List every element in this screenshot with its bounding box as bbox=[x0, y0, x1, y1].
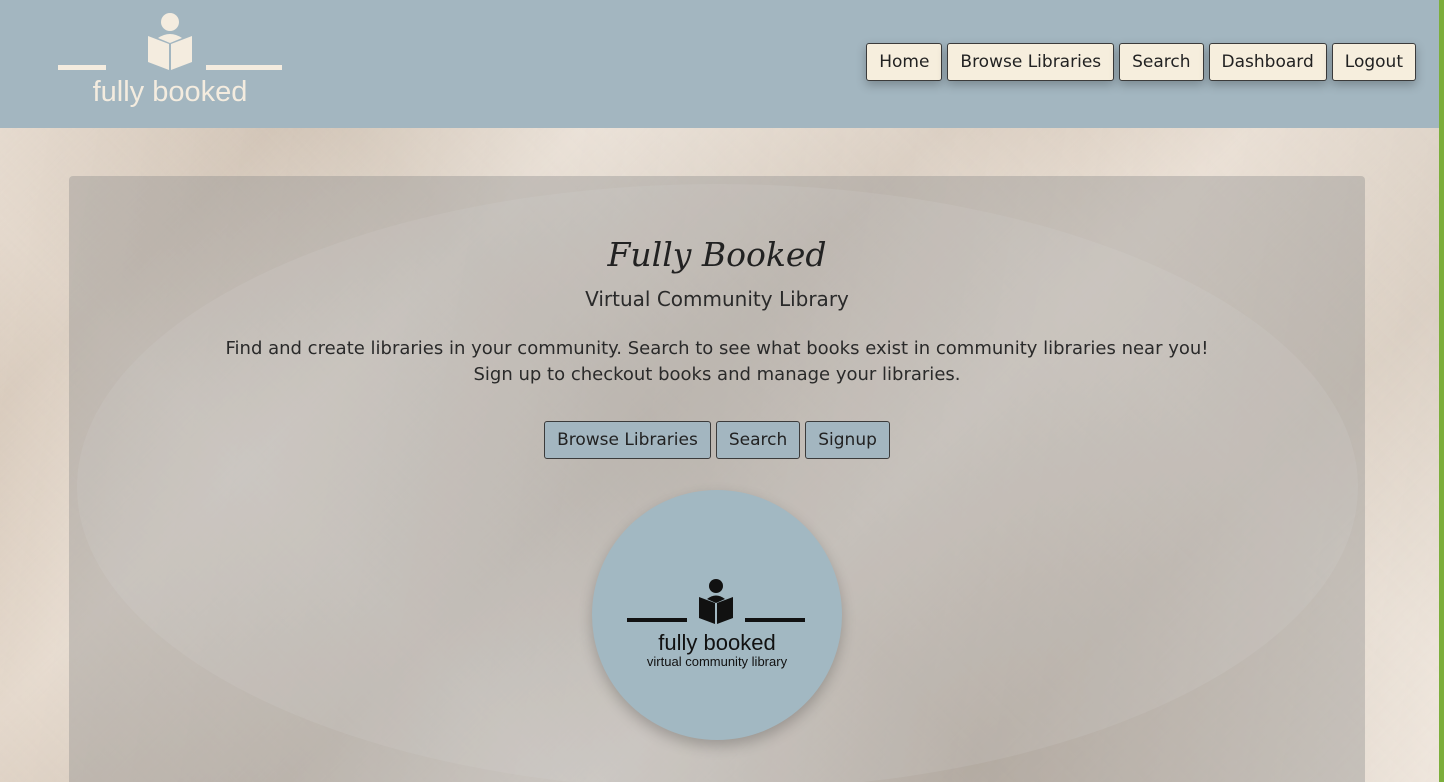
logo-tagline: virtual community library bbox=[646, 654, 788, 669]
main-nav: Home Browse Libraries Search Dashboard L… bbox=[866, 43, 1416, 81]
hero-actions: Browse Libraries Search Signup bbox=[69, 421, 1365, 459]
signup-button[interactable]: Signup bbox=[805, 421, 890, 459]
reader-book-icon bbox=[627, 579, 805, 624]
hero-description-line-1: Find and create libraries in your commun… bbox=[225, 338, 1209, 359]
browse-libraries-button[interactable]: Browse Libraries bbox=[544, 421, 711, 459]
hero-description-line-2: Sign up to checkout books and manage you… bbox=[473, 364, 961, 385]
nav-dashboard-button[interactable]: Dashboard bbox=[1208, 43, 1327, 81]
hero-title: Fully Booked bbox=[607, 235, 827, 274]
brand-name: fully booked bbox=[92, 76, 248, 108]
logo-name: fully booked bbox=[658, 630, 776, 655]
nav-home-button[interactable]: Home bbox=[866, 43, 943, 81]
hero-description: Find and create libraries in your commun… bbox=[69, 336, 1365, 388]
hero-subtitle: Virtual Community Library bbox=[585, 287, 849, 311]
nav-browse-libraries-button[interactable]: Browse Libraries bbox=[947, 43, 1115, 81]
search-button[interactable]: Search bbox=[715, 421, 801, 459]
nav-search-button[interactable]: Search bbox=[1119, 43, 1204, 81]
window-edge-accent bbox=[1439, 0, 1444, 782]
fully-booked-logo: fully booked virtual community library bbox=[592, 490, 842, 740]
brand-logo[interactable]: fully booked bbox=[58, 12, 282, 112]
site-header: fully booked Home Browse Libraries Searc… bbox=[0, 0, 1439, 128]
nav-logout-button[interactable]: Logout bbox=[1331, 43, 1416, 81]
reader-book-icon bbox=[58, 13, 282, 70]
hero-panel: Fully Booked Virtual Community Library F… bbox=[69, 176, 1365, 782]
